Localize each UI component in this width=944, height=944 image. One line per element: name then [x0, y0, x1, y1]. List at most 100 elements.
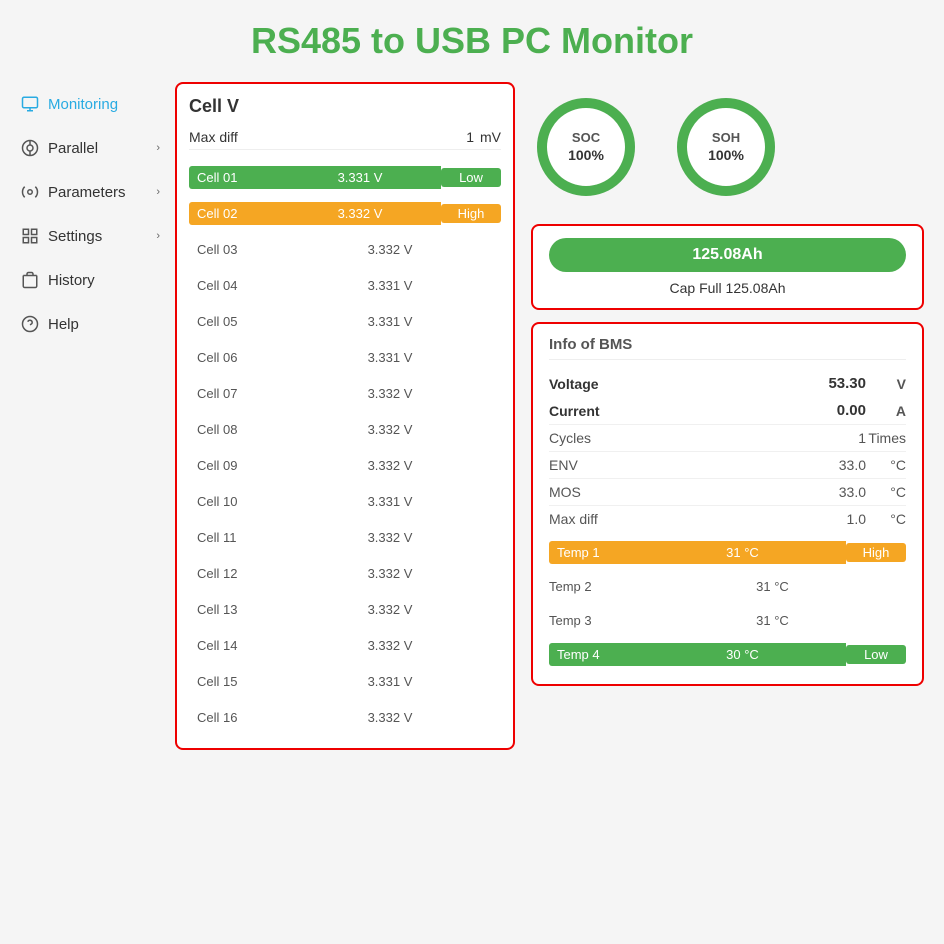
temp-value: 31 °C	[639, 613, 906, 628]
sidebar-item-parameters[interactable]: Parameters ›	[10, 170, 170, 214]
bms-mos-row: MOS 33.0 °C	[549, 478, 906, 505]
help-icon	[20, 314, 40, 334]
voltage-value: 53.30	[828, 375, 866, 392]
params-icon	[20, 182, 40, 202]
temp-name: Temp 3	[549, 613, 639, 628]
cycles-value: 1	[858, 430, 866, 446]
cell-value: 3.331 V	[279, 310, 501, 333]
cell-name: Cell 08	[189, 418, 279, 441]
cell-value: 3.332 V	[279, 202, 441, 225]
cell-rows-container: Cell 013.331 VLowCell 023.332 VHighCell …	[189, 160, 501, 734]
bms-cycles-row: Cycles 1 Times	[549, 424, 906, 451]
cell-name: Cell 11	[189, 526, 279, 549]
cell-row: Cell 153.331 V	[189, 664, 501, 698]
cell-row: Cell 093.332 V	[189, 448, 501, 482]
sidebar-label-parameters: Parameters	[48, 184, 126, 201]
cell-status: High	[441, 204, 501, 223]
cell-value: 3.332 V	[279, 418, 501, 441]
sidebar-item-settings[interactable]: Settings ›	[10, 214, 170, 258]
capacity-panel: 125.08Ah Cap Full 125.08Ah	[531, 224, 924, 310]
right-panel: SOC 100% SOH 100% 125.08Ah Cap	[531, 82, 924, 750]
cell-name: Cell 15	[189, 670, 279, 693]
cell-name: Cell 02	[189, 202, 279, 225]
cell-value: 3.331 V	[279, 166, 441, 189]
cell-value: 3.332 V	[279, 634, 501, 657]
bms-maxdiff-row: Max diff 1.0 °C	[549, 505, 906, 532]
cell-value: 3.331 V	[279, 346, 501, 369]
cell-row: Cell 163.332 V	[189, 700, 501, 734]
svg-text:100%: 100%	[708, 147, 744, 163]
sidebar-item-parallel[interactable]: Parallel ›	[10, 126, 170, 170]
temp-value: 31 °C	[639, 541, 846, 564]
cell-value: 3.332 V	[279, 598, 501, 621]
history-icon	[20, 270, 40, 290]
temp-row: Temp 430 °CLow	[549, 638, 906, 670]
cap-full-label: Cap Full 125.08Ah	[549, 280, 906, 296]
sidebar: Monitoring Parallel › Parameters ›	[10, 72, 170, 760]
env-value: 33.0	[839, 457, 866, 473]
soc-circle: SOC 100%	[531, 92, 641, 202]
cell-value: 3.332 V	[279, 382, 501, 405]
bms-maxdiff-unit: °C	[866, 511, 906, 527]
cell-row: Cell 053.331 V	[189, 304, 501, 338]
cell-value: 3.331 V	[279, 670, 501, 693]
soh-circle: SOH 100%	[671, 92, 781, 202]
cell-row: Cell 083.332 V	[189, 412, 501, 446]
sidebar-item-help[interactable]: Help	[10, 302, 170, 346]
parallel-icon	[20, 138, 40, 158]
maxdiff-unit: mV	[480, 129, 501, 145]
temp-row: Temp 331 °C	[549, 604, 906, 636]
cell-row: Cell 073.332 V	[189, 376, 501, 410]
cell-row: Cell 113.332 V	[189, 520, 501, 554]
current-label: Current	[549, 403, 649, 419]
cell-value: 3.332 V	[279, 706, 501, 729]
maxdiff-value: 1	[466, 129, 474, 145]
sidebar-item-history[interactable]: History	[10, 258, 170, 302]
current-value: 0.00	[837, 402, 866, 419]
cell-value: 3.332 V	[279, 526, 501, 549]
bms-title: Info of BMS	[549, 336, 906, 360]
sidebar-item-monitoring[interactable]: Monitoring	[10, 82, 170, 126]
cell-value: 3.332 V	[279, 454, 501, 477]
cell-value: 3.331 V	[279, 490, 501, 513]
temp-name: Temp 2	[549, 579, 639, 594]
page-title: RS485 to USB PC Monitor	[0, 0, 944, 72]
cycles-unit: Times	[866, 430, 906, 446]
cell-name: Cell 14	[189, 634, 279, 657]
mos-value: 33.0	[839, 484, 866, 500]
sidebar-label-monitoring: Monitoring	[48, 96, 118, 113]
cell-row: Cell 123.332 V	[189, 556, 501, 590]
cell-row: Cell 043.331 V	[189, 268, 501, 302]
cell-name: Cell 12	[189, 562, 279, 585]
svg-text:SOC: SOC	[572, 130, 601, 145]
monitor-icon	[20, 94, 40, 114]
maxdiff-label: Max diff	[189, 129, 238, 145]
cell-name: Cell 03	[189, 238, 279, 261]
sidebar-label-help: Help	[48, 316, 79, 333]
voltage-label: Voltage	[549, 376, 649, 392]
cell-name: Cell 16	[189, 706, 279, 729]
settings-icon	[20, 226, 40, 246]
cell-name: Cell 10	[189, 490, 279, 513]
mos-label: MOS	[549, 484, 649, 500]
cell-status: Low	[441, 168, 501, 187]
cell-value: 3.332 V	[279, 238, 501, 261]
env-label: ENV	[549, 457, 649, 473]
cell-name: Cell 04	[189, 274, 279, 297]
cell-row: Cell 033.332 V	[189, 232, 501, 266]
sidebar-label-settings: Settings	[48, 228, 102, 245]
cell-row: Cell 023.332 VHigh	[189, 196, 501, 230]
cell-row: Cell 143.332 V	[189, 628, 501, 662]
cell-row: Cell 133.332 V	[189, 592, 501, 626]
temp-row: Temp 131 °CHigh	[549, 536, 906, 568]
cell-row: Cell 103.331 V	[189, 484, 501, 518]
bms-maxdiff-label: Max diff	[549, 511, 649, 527]
temp-value: 31 °C	[639, 579, 906, 594]
content-area: Cell V Max diff 1 mV Cell 013.331 VLowCe…	[170, 72, 934, 760]
bms-env-row: ENV 33.0 °C	[549, 451, 906, 478]
cell-name: Cell 13	[189, 598, 279, 621]
cell-maxdiff-row: Max diff 1 mV	[189, 125, 501, 150]
chevron-down-icon-3: ›	[156, 230, 160, 242]
env-unit: °C	[866, 457, 906, 473]
temp-row: Temp 231 °C	[549, 570, 906, 602]
